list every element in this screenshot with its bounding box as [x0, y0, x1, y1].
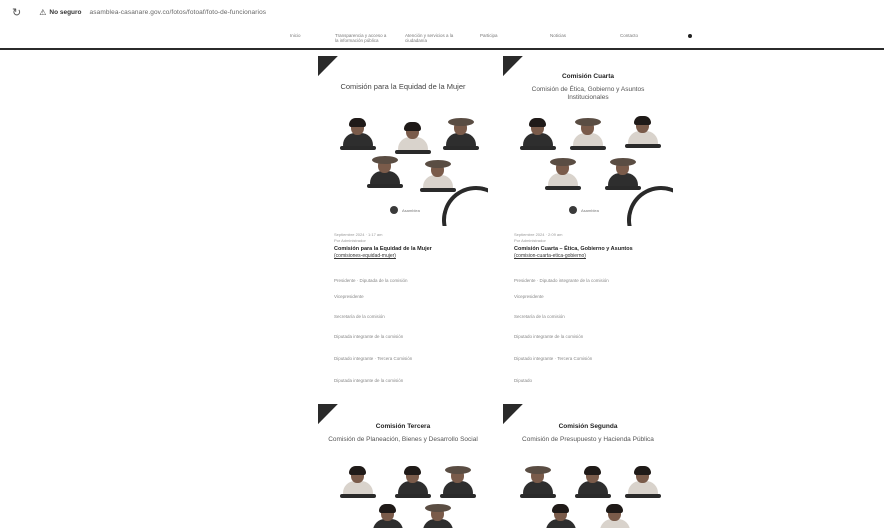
member-photo: [518, 466, 558, 500]
member-photo: [418, 160, 458, 194]
asamblea-logo: [390, 206, 398, 214]
member-row: Vicepresidente: [514, 294, 544, 299]
poster-subtitle: Comisión de Ética, Gobierno y Asuntos In…: [531, 86, 645, 101]
poster-comision-segunda: Comisión Segunda Comisión de Presupuesto…: [503, 404, 673, 528]
asamblea-logo: [569, 206, 577, 214]
address-bar: ↻ ⚠ No seguro asamblea-casanare.gov.co/f…: [0, 0, 884, 24]
post-document-link[interactable]: (comisiones-equidad-mujer): [334, 253, 504, 260]
member-photo: [603, 158, 643, 192]
poster-title: Comisión Cuarta: [561, 73, 614, 80]
logo-text: Asamblea: [581, 208, 599, 213]
member-photo: [543, 158, 583, 192]
post-equidad-mujer: Septiembre 2024 · 1:17 am Por Administra…: [334, 232, 504, 392]
post-title-link[interactable]: Comisión Cuarta – Ética, Gobierno y Asun…: [514, 246, 684, 253]
member-row: Diputado integrante · Tercera Comisión: [514, 356, 593, 361]
poster-title: Comisión Segunda: [558, 423, 618, 430]
poster-subtitle: Comisión de Presupuesto y Hacienda Públi…: [522, 436, 654, 443]
post-document-link[interactable]: (comision-cuarta-etica-gobierno): [514, 253, 684, 260]
poster-equidad-mujer: Comisión para la Equidad de la Mujer Asa…: [318, 56, 488, 226]
reload-icon[interactable]: ↻: [12, 6, 21, 19]
member-photo: [623, 116, 663, 150]
member-photo: [368, 504, 408, 528]
member-row: Diputada integrante de la comisión: [334, 378, 404, 383]
post-author: Por Administrador: [514, 238, 546, 243]
post-title-link[interactable]: Comisión para la Equidad de la Mujer: [334, 246, 504, 253]
member-row: Diputado integrante de la comisión: [514, 334, 584, 339]
logo-text: Asamblea: [402, 208, 420, 213]
url-field[interactable]: asamblea-casanare.gov.co/fotos/fotoaf/fo…: [90, 9, 267, 16]
nav-atencion[interactable]: Atención y servicios a la ciudadanía: [405, 33, 465, 43]
member-row: Presidente · Diputado integrante de la c…: [514, 278, 609, 283]
member-photo: [365, 156, 405, 190]
warning-icon: ⚠: [39, 7, 47, 17]
member-row: Secretaría de la comisión: [334, 314, 385, 319]
member-photo: [393, 122, 433, 156]
poster-comision-tercera: Comisión Tercera Comisión de Planeación,…: [318, 404, 488, 528]
poster-subtitle: Comisión de Planeación, Bienes y Desarro…: [328, 436, 478, 443]
member-row: Diputado: [514, 378, 533, 383]
corner-decoration: [318, 56, 340, 80]
member-row: Secretaría de la comisión: [514, 314, 565, 319]
member-photo: [623, 466, 663, 500]
security-indicator[interactable]: No seguro: [49, 9, 81, 16]
member-photo: [393, 466, 433, 500]
member-row: Diputada integrante de la comisión: [334, 334, 404, 339]
nav-participa[interactable]: Participa: [480, 33, 510, 38]
poster-title: Comisión Tercera: [375, 423, 431, 430]
search-icon[interactable]: [688, 34, 692, 38]
nav-inicio[interactable]: Inicio: [290, 33, 310, 38]
nav-transparencia[interactable]: Transparencia y acceso a la información …: [335, 33, 391, 43]
member-photo: [338, 466, 378, 500]
member-photo: [338, 118, 378, 152]
member-photo: [518, 118, 558, 152]
member-photo: [438, 466, 478, 500]
poster-comision-cuarta: Comisión Cuarta Comisión de Ética, Gobie…: [503, 56, 673, 226]
member-photo: [568, 118, 608, 152]
site-navigation: Inicio Transparencia y acceso a la infor…: [280, 33, 720, 47]
post-comision-cuarta: Septiembre 2024 · 2:09 am Por Administra…: [514, 232, 684, 392]
member-photo: [441, 118, 481, 152]
member-photo: [418, 504, 458, 528]
member-photo: [573, 466, 613, 500]
nav-noticias[interactable]: Noticias: [550, 33, 580, 38]
post-author: Por Administrador: [334, 238, 366, 243]
member-row: Diputado integrante · Tercera Comisión: [334, 356, 413, 361]
nav-divider: [0, 48, 884, 50]
member-row: Presidente · Diputada de la comisión: [334, 278, 408, 283]
member-photo: [595, 504, 635, 528]
main-content: Comisión para la Equidad de la Mujer Asa…: [318, 56, 673, 528]
nav-contacto[interactable]: Contacto: [620, 33, 650, 38]
member-row: Vicepresidente: [334, 294, 364, 299]
member-photo: [541, 504, 581, 528]
poster-title: Comisión para la Equidad de la Mujer: [340, 82, 466, 91]
